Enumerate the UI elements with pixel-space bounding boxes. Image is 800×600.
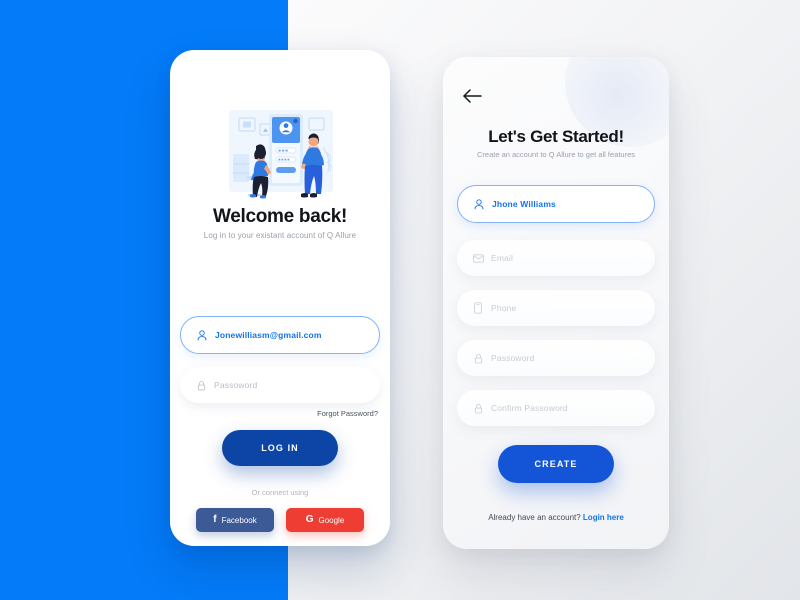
create-button[interactable]: CREATE	[498, 445, 614, 483]
login-prompt-text: Already have an account?	[488, 513, 583, 522]
email-field-value: Jonewilliasm@gmail.com	[215, 330, 322, 340]
google-login-button[interactable]: G Google	[286, 508, 364, 532]
login-here-link[interactable]: Login here	[583, 513, 624, 522]
password-field[interactable]: Passoword	[180, 367, 380, 403]
name-field-value: Jhone Williams	[492, 199, 556, 209]
google-icon: G	[305, 514, 314, 525]
arrow-left-icon[interactable]	[461, 87, 483, 105]
signup-phone-field[interactable]: Phone	[457, 290, 655, 326]
mail-icon	[465, 253, 491, 263]
lock-icon	[465, 353, 491, 364]
signup-password-placeholder: Passoword	[491, 353, 535, 363]
signup-confirm-password-placeholder: Confirm Passoword	[491, 403, 568, 413]
signup-phone-card: Let's Get Started! Create an account to …	[443, 57, 669, 549]
signup-subtitle: Create an account to Q Allure to get all…	[476, 150, 635, 159]
or-connect-label: Or connect using	[251, 488, 309, 497]
signup-phone-placeholder: Phone	[491, 303, 517, 313]
facebook-login-button[interactable]: f Facebook	[196, 508, 274, 532]
page-background	[0, 0, 800, 600]
login-phone-card: Welcome back! Log in to your existant ac…	[170, 50, 390, 546]
facebook-icon: f	[213, 514, 217, 525]
name-field[interactable]: Jhone Williams	[457, 185, 655, 223]
email-field[interactable]: Jonewilliasm@gmail.com	[180, 316, 380, 354]
login-button[interactable]: LOG IN	[222, 430, 338, 466]
google-label: Google	[318, 515, 345, 525]
social-login-row: f Facebook G Google	[196, 508, 364, 532]
password-field-placeholder: Passoword	[214, 380, 258, 390]
login-prompt: Already have an account? Login here	[443, 513, 669, 522]
lock-icon	[188, 380, 214, 391]
login-title: Welcome back!	[212, 206, 348, 227]
user-icon	[466, 198, 492, 210]
facebook-label: Facebook	[221, 515, 257, 525]
phone-icon	[465, 302, 491, 314]
signup-confirm-password-field[interactable]: Confirm Passoword	[457, 390, 655, 426]
signup-email-placeholder: Email	[491, 253, 514, 263]
signup-email-field[interactable]: Email	[457, 240, 655, 276]
signup-title: Let's Get Started!	[488, 127, 624, 146]
lock-icon	[465, 403, 491, 414]
signup-password-field[interactable]: Passoword	[457, 340, 655, 376]
login-illustration	[225, 108, 337, 200]
forgot-password-link[interactable]: Forgot Password?	[317, 409, 378, 418]
user-icon	[189, 329, 215, 341]
login-subtitle: Log in to your existant account of Q All…	[203, 231, 357, 240]
